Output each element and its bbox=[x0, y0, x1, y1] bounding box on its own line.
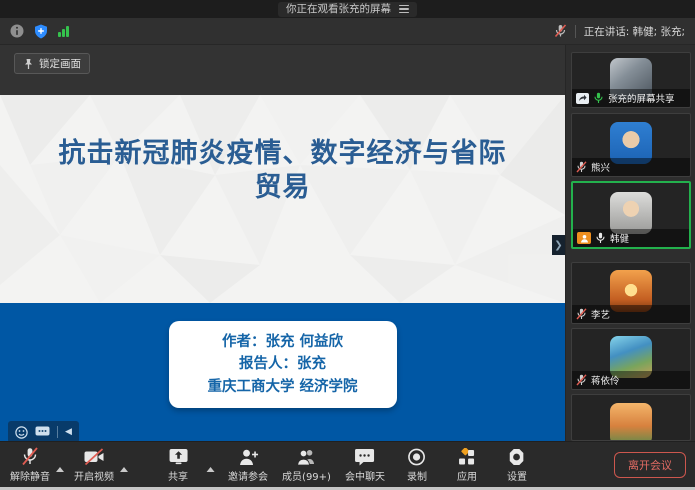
avatar bbox=[610, 192, 652, 234]
leave-meeting-label: 离开会议 bbox=[628, 457, 672, 473]
status-divider bbox=[575, 25, 576, 38]
mic-muted-icon bbox=[576, 374, 587, 386]
participant-name: 张充的屏幕共享 bbox=[608, 91, 675, 105]
participant-label: 李艺 bbox=[572, 305, 690, 323]
slide-title-line2: 贸易 bbox=[0, 171, 565, 205]
invite-button[interactable]: 邀请参会 bbox=[224, 445, 272, 485]
chat-button[interactable]: 会中聊天 bbox=[341, 445, 389, 485]
participant-tile[interactable]: 熊兴 bbox=[571, 113, 691, 177]
chat-icon bbox=[355, 447, 375, 466]
apps-label: 应用 bbox=[457, 468, 477, 483]
emoji-icon[interactable] bbox=[15, 426, 28, 439]
apps-button[interactable]: 应用 bbox=[445, 445, 489, 485]
reaction-divider bbox=[57, 426, 58, 438]
invite-person-icon bbox=[238, 447, 258, 466]
viewing-title-pill: 你正在观看张充的屏幕 bbox=[278, 2, 417, 17]
mic-muted-icon bbox=[576, 161, 587, 173]
members-label: 成员(99+) bbox=[282, 468, 331, 483]
network-signal-icon[interactable] bbox=[58, 25, 69, 37]
participant-tile-screen-share[interactable]: 张充的屏幕共享 bbox=[571, 52, 691, 108]
mic-muted-icon bbox=[21, 447, 39, 466]
toolbar-left-group: 解除静音 开启视频 bbox=[6, 442, 132, 488]
record-label: 录制 bbox=[407, 468, 427, 483]
host-badge-icon bbox=[577, 232, 591, 244]
audio-options-caret[interactable] bbox=[56, 467, 64, 472]
apps-grid-icon bbox=[458, 447, 476, 466]
members-icon bbox=[296, 447, 317, 466]
slide-author-box: 作者：张充 何益欣 报告人：张充 重庆工商大学 经济学院 bbox=[169, 321, 397, 408]
participant-label: 熊兴 bbox=[572, 158, 690, 176]
start-video-label: 开启视频 bbox=[74, 468, 114, 483]
camera-off-icon bbox=[83, 447, 105, 466]
participant-name: 李艺 bbox=[591, 307, 610, 321]
sidebar-collapse-handle[interactable]: ❯ bbox=[552, 235, 565, 255]
mic-on-icon bbox=[593, 92, 604, 104]
participant-label: 张充的屏幕共享 bbox=[572, 89, 690, 107]
slide-title-line1: 抗击新冠肺炎疫情、数字经济与省际 bbox=[0, 137, 565, 171]
leave-meeting-button[interactable]: 离开会议 bbox=[614, 452, 686, 478]
view-menu-icon[interactable] bbox=[399, 5, 409, 14]
slide-blue-band: 作者：张充 何益欣 报告人：张充 重庆工商大学 经济学院 ◀ bbox=[0, 303, 565, 458]
presenter-line: 报告人：张充 bbox=[177, 353, 389, 375]
lock-view-label: 锁定画面 bbox=[39, 56, 81, 71]
participant-label: 蒋依伶 bbox=[572, 371, 690, 389]
pin-icon bbox=[23, 58, 34, 70]
unmute-button[interactable]: 解除静音 bbox=[6, 445, 54, 485]
security-shield-icon[interactable] bbox=[34, 24, 48, 39]
lock-view-button[interactable]: 锁定画面 bbox=[14, 53, 90, 74]
members-button[interactable]: 成员(99+) bbox=[278, 445, 335, 485]
reaction-toolbar: ◀ bbox=[8, 421, 79, 443]
participant-name: 韩健 bbox=[610, 231, 629, 245]
participant-label: 韩健 bbox=[573, 229, 689, 247]
meeting-toolbar: 解除静音 开启视频 共享 邀请 bbox=[0, 441, 695, 487]
collapse-left-icon[interactable]: ◀ bbox=[65, 428, 72, 437]
author-line: 作者：张充 何益欣 bbox=[177, 331, 389, 353]
chat-label: 会中聊天 bbox=[345, 468, 385, 483]
mic-muted-icon bbox=[576, 308, 587, 320]
presentation-slide: 抗击新冠肺炎疫情、数字经济与省际 贸易 作者：张充 何益欣 报告人：张充 重庆工… bbox=[0, 95, 565, 458]
participant-tile[interactable]: 李艺 bbox=[571, 262, 691, 324]
avatar bbox=[610, 403, 652, 441]
unmute-label: 解除静音 bbox=[10, 468, 50, 483]
start-video-button[interactable]: 开启视频 bbox=[70, 445, 118, 485]
meeting-info-icon[interactable] bbox=[10, 24, 24, 38]
share-screen-label: 共享 bbox=[168, 468, 188, 483]
share-screen-button[interactable]: 共享 bbox=[156, 445, 200, 485]
record-button[interactable]: 录制 bbox=[395, 445, 439, 485]
gear-icon bbox=[508, 447, 526, 466]
participant-tile-active-speaker[interactable]: 韩健 bbox=[571, 181, 691, 249]
screen-share-badge-icon bbox=[576, 93, 589, 104]
shared-screen-stage: 锁定画面 bbox=[0, 45, 565, 441]
participant-name: 熊兴 bbox=[591, 160, 610, 174]
slide-title: 抗击新冠肺炎疫情、数字经济与省际 贸易 bbox=[0, 137, 565, 205]
speaker-mic-muted-icon bbox=[554, 24, 567, 38]
meeting-window: 你正在观看张充的屏幕 正在讲话: 韩健; 张充; bbox=[0, 0, 695, 490]
invite-label: 邀请参会 bbox=[228, 468, 268, 483]
viewing-title: 你正在观看张充的屏幕 bbox=[286, 2, 391, 17]
status-left-group bbox=[10, 24, 69, 39]
video-options-caret[interactable] bbox=[120, 467, 128, 472]
affiliation-line: 重庆工商大学 经济学院 bbox=[177, 376, 389, 398]
settings-label: 设置 bbox=[507, 468, 527, 483]
mic-on-icon bbox=[595, 232, 606, 244]
participant-name: 蒋依伶 bbox=[591, 373, 620, 387]
meeting-statusbar: 正在讲话: 韩健; 张充; bbox=[0, 18, 695, 45]
participants-sidebar: 张充的屏幕共享 熊兴 韩健 bbox=[565, 45, 695, 441]
slide-title-area: 抗击新冠肺炎疫情、数字经济与省际 贸易 bbox=[0, 95, 565, 303]
comment-icon[interactable] bbox=[35, 426, 50, 438]
share-screen-icon bbox=[168, 447, 188, 466]
participant-tile-clipped[interactable] bbox=[571, 394, 691, 441]
settings-button[interactable]: 设置 bbox=[495, 445, 539, 485]
speaking-now-text: 正在讲话: 韩健; 张充; bbox=[584, 24, 685, 39]
toolbar-center-group: 共享 邀请参会 成员(99+) 会中聊天 bbox=[156, 442, 539, 488]
record-icon bbox=[408, 447, 426, 466]
share-options-caret[interactable] bbox=[206, 467, 214, 472]
status-right-group: 正在讲话: 韩健; 张充; bbox=[554, 24, 685, 39]
participant-tile[interactable]: 蒋依伶 bbox=[571, 328, 691, 390]
window-titlebar: 你正在观看张充的屏幕 bbox=[0, 0, 695, 18]
